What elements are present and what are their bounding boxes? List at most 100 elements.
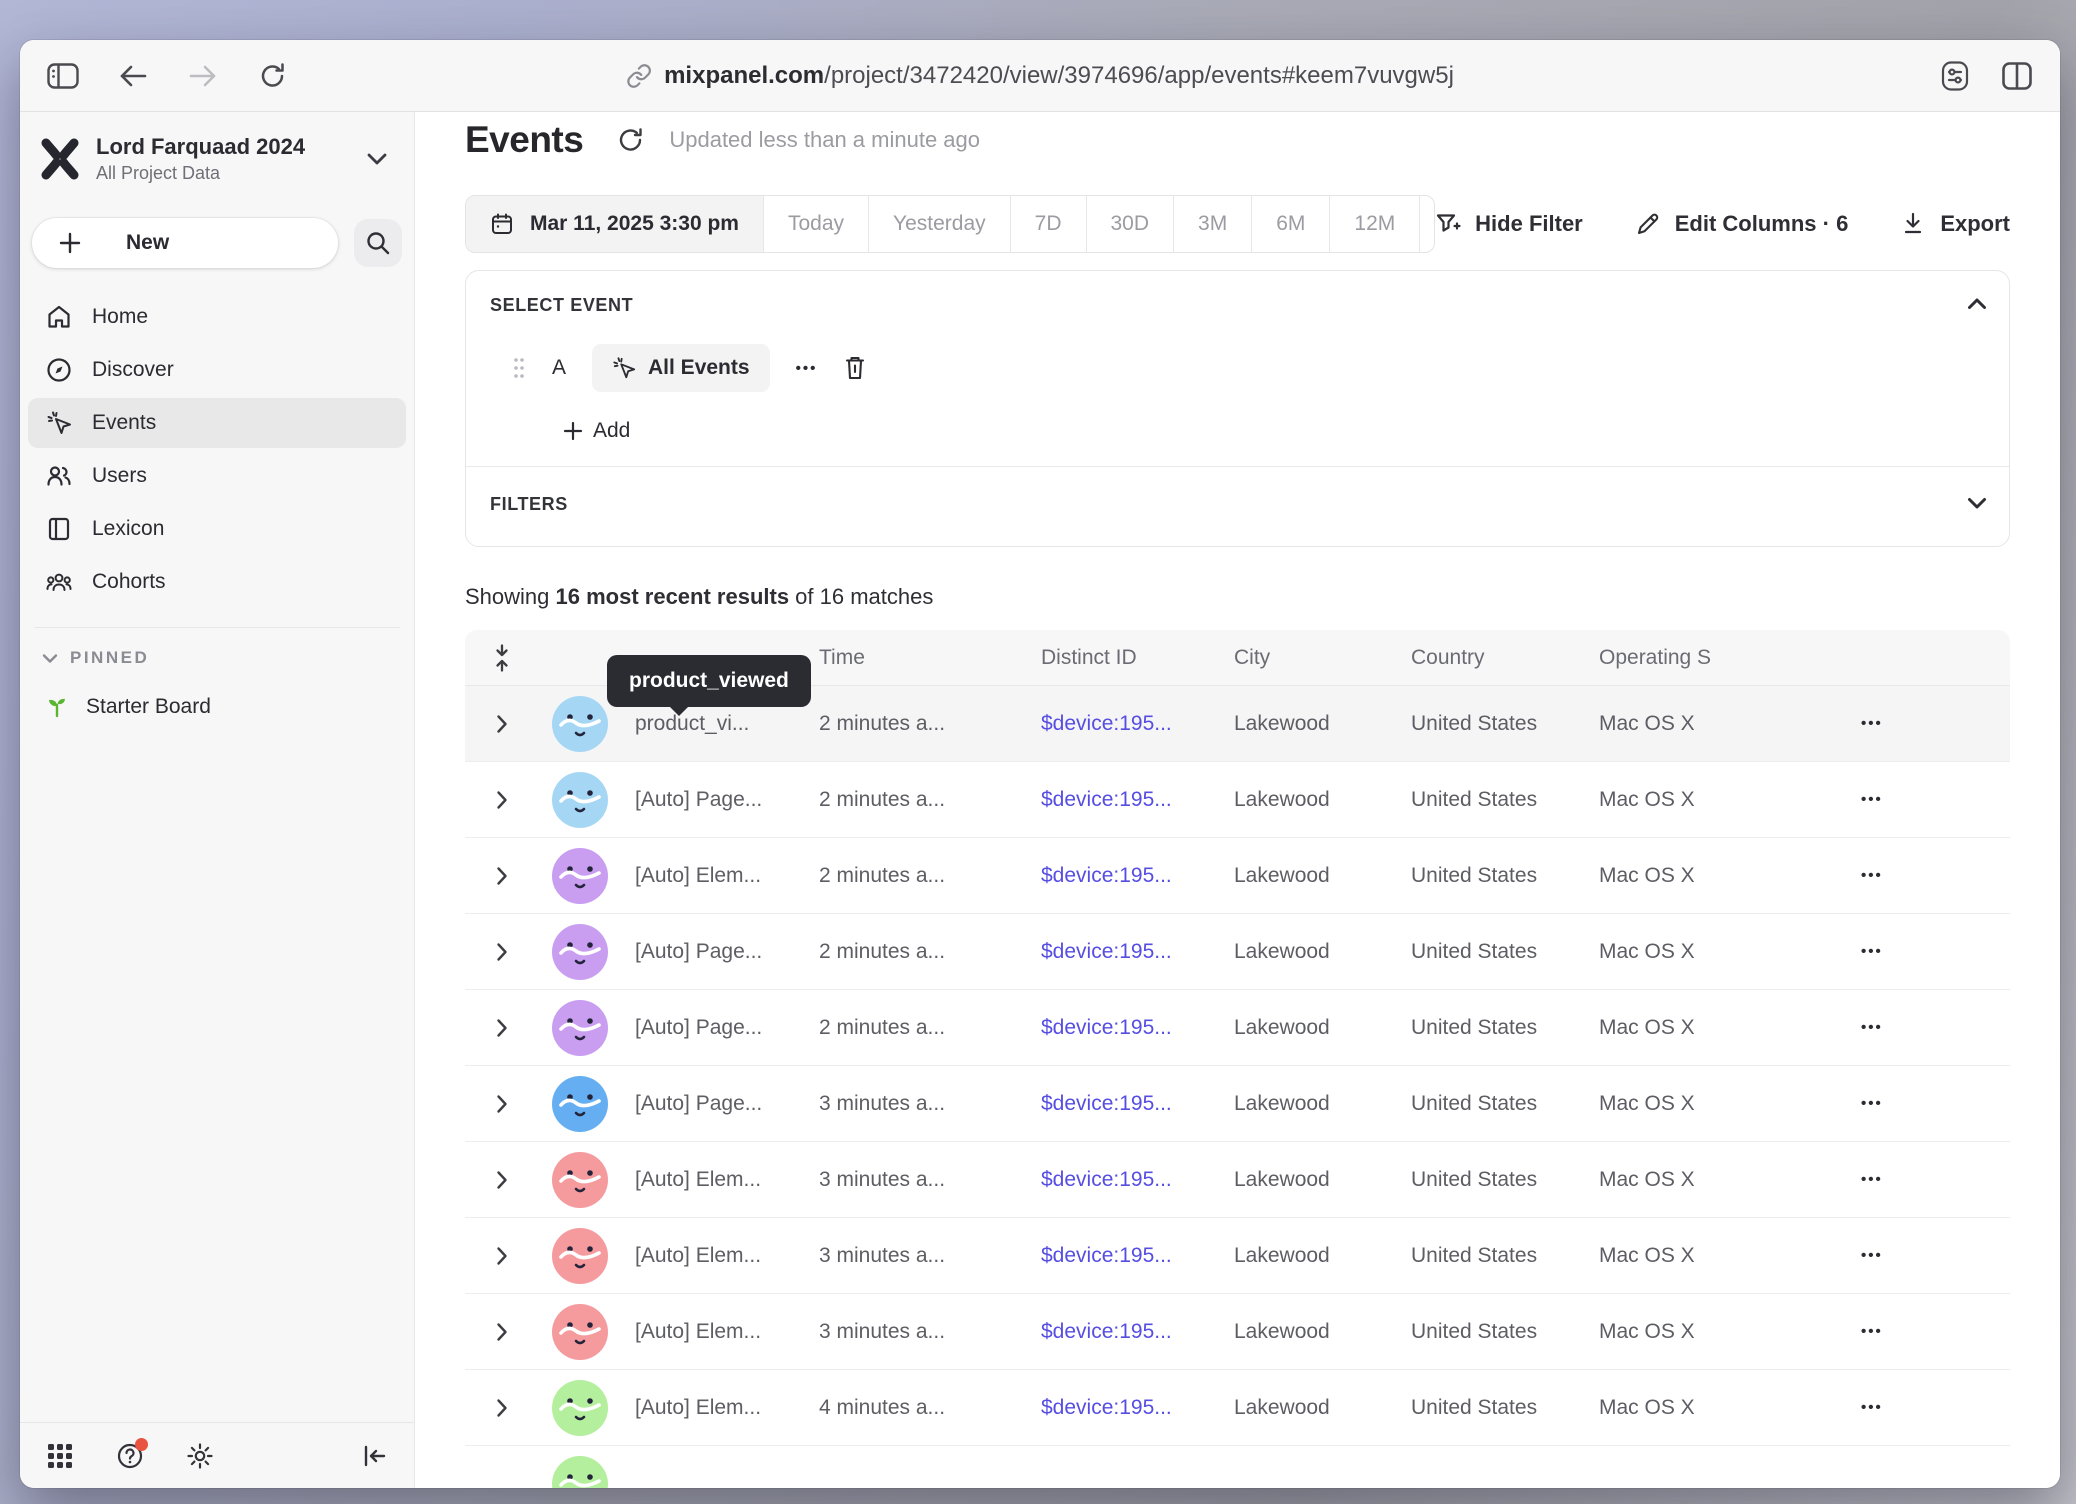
sidebar-item-label: Home: [92, 305, 148, 329]
expand-filters-icon[interactable]: [1967, 497, 1987, 510]
cell-distinct-id[interactable]: $device:195...: [1041, 1016, 1234, 1040]
apps-grid-icon[interactable]: [46, 1442, 74, 1470]
col-time: Time: [819, 646, 1041, 670]
sidebar-item-cohorts[interactable]: Cohorts: [28, 557, 406, 607]
row-more-icon[interactable]: •••: [1809, 1019, 2010, 1036]
cell-distinct-id[interactable]: $device:195...: [1041, 1396, 1234, 1420]
cell-distinct-id[interactable]: $device:195...: [1041, 1168, 1234, 1192]
table-row[interactable]: [Auto] Elem... 3 minutes a... $device:19…: [465, 1142, 2010, 1218]
cell-time: 3 minutes a...: [819, 1320, 1041, 1344]
sidebar-item-lexicon[interactable]: Lexicon: [28, 504, 406, 554]
event-selector-button[interactable]: All Events: [592, 344, 770, 392]
table-row[interactable]: [Auto] Page... 3 minutes a... $device:19…: [465, 1066, 2010, 1142]
cell-event-name: [Auto] Page...: [635, 788, 819, 812]
preset-today[interactable]: Today: [763, 196, 868, 252]
date-picker[interactable]: Mar 11, 2025 3:30 pm: [466, 196, 763, 252]
event-avatar: [552, 1152, 608, 1208]
row-more-icon[interactable]: •••: [1809, 1323, 2010, 1340]
export-button[interactable]: Export: [1900, 211, 2010, 237]
split-view-icon[interactable]: [2000, 59, 2034, 93]
reload-icon[interactable]: [256, 59, 290, 93]
expand-row-icon[interactable]: [465, 1018, 539, 1038]
expand-row-icon[interactable]: [465, 714, 539, 734]
trash-icon[interactable]: [843, 355, 867, 381]
table-row[interactable]: [Auto] Elem... 3 minutes a... $device:19…: [465, 1218, 2010, 1294]
preset-12m[interactable]: 12M: [1329, 196, 1419, 252]
col-os: Operating S: [1599, 646, 1809, 670]
row-more-icon[interactable]: •••: [1809, 715, 2010, 732]
cell-country: United States: [1411, 712, 1599, 736]
expand-row-icon[interactable]: [465, 1246, 539, 1266]
table-row[interactable]: [Auto] Elem... 3 minutes a... $device:19…: [465, 1294, 2010, 1370]
sidebar-item-label: Users: [92, 464, 147, 488]
sidebar-toggle-icon[interactable]: [46, 59, 80, 93]
pinned-item-starter-board[interactable]: Starter Board: [28, 682, 406, 732]
cell-distinct-id[interactable]: $device:195...: [1041, 1320, 1234, 1344]
row-more-icon[interactable]: •••: [1809, 1247, 2010, 1264]
drag-handle-icon[interactable]: [512, 356, 526, 380]
expand-row-icon[interactable]: [465, 790, 539, 810]
filter-icon: [1435, 211, 1461, 237]
cell-distinct-id[interactable]: $device:195...: [1041, 940, 1234, 964]
forward-icon[interactable]: [186, 59, 220, 93]
table-row[interactable]: [Auto] Page... 2 minutes a... $device:19…: [465, 914, 2010, 990]
preset-3m[interactable]: 3M: [1173, 196, 1251, 252]
row-more-icon[interactable]: •••: [1809, 791, 2010, 808]
collapse-section-icon[interactable]: [1967, 297, 1987, 310]
cell-distinct-id[interactable]: $device:195...: [1041, 864, 1234, 888]
event-avatar: [552, 1076, 608, 1132]
gear-icon[interactable]: [186, 1442, 214, 1470]
expand-row-icon[interactable]: [465, 1094, 539, 1114]
project-switcher[interactable]: Lord Farquaad 2024 All Project Data: [28, 134, 406, 184]
cell-distinct-id[interactable]: $device:195...: [1041, 1244, 1234, 1268]
home-icon: [46, 304, 72, 330]
table-row[interactable]: [Auto] Elem... 4 minutes a... $device:19…: [465, 1370, 2010, 1446]
row-more-icon[interactable]: •••: [1809, 867, 2010, 884]
table-row[interactable]: [Auto] Elem... 2 minutes a... $device:19…: [465, 838, 2010, 914]
expand-row-icon[interactable]: [465, 1322, 539, 1342]
edit-columns-button[interactable]: Edit Columns · 6: [1635, 211, 1849, 237]
preset-xtd[interactable]: XTD: [1419, 196, 1435, 252]
search-button[interactable]: [354, 219, 402, 267]
table-body: product_vi... 2 minutes a... $device:195…: [465, 686, 2010, 1488]
new-button[interactable]: New: [32, 218, 338, 268]
row-more-icon[interactable]: •••: [1809, 1095, 2010, 1112]
expand-row-icon[interactable]: [465, 1170, 539, 1190]
event-avatar: [552, 1228, 608, 1284]
sidebar-item-events[interactable]: Events: [28, 398, 406, 448]
sidebar-footer: [20, 1422, 414, 1488]
row-more-icon[interactable]: •••: [1809, 1171, 2010, 1188]
table-row[interactable]: [Auto] Page... 2 minutes a... $device:19…: [465, 990, 2010, 1066]
preset-yesterday[interactable]: Yesterday: [868, 196, 1010, 252]
page-settings-icon[interactable]: [1938, 59, 1972, 93]
cell-country: United States: [1411, 864, 1599, 888]
pinned-section-header[interactable]: PINNED: [28, 648, 406, 668]
sidebar-item-discover[interactable]: Discover: [28, 345, 406, 395]
expand-row-icon[interactable]: [465, 942, 539, 962]
row-more-icon[interactable]: •••: [1809, 943, 2010, 960]
cell-time: 4 minutes a...: [819, 1396, 1041, 1420]
cell-distinct-id[interactable]: $device:195...: [1041, 788, 1234, 812]
preset-6m[interactable]: 6M: [1251, 196, 1329, 252]
sidebar-item-users[interactable]: Users: [28, 451, 406, 501]
expand-row-icon[interactable]: [465, 866, 539, 886]
event-more-icon[interactable]: •••: [796, 360, 818, 377]
hide-filter-button[interactable]: Hide Filter: [1435, 211, 1583, 237]
preset-7d[interactable]: 7D: [1010, 196, 1086, 252]
expand-row-icon[interactable]: [465, 1398, 539, 1418]
add-event-button[interactable]: Add: [563, 414, 2009, 448]
back-icon[interactable]: [116, 59, 150, 93]
row-more-icon[interactable]: •••: [1809, 1399, 2010, 1416]
address-bar[interactable]: mixpanel.com/project/3472420/view/397469…: [626, 40, 1454, 111]
refresh-icon[interactable]: [617, 126, 645, 154]
table-row[interactable]: •••: [465, 1446, 2010, 1488]
cell-distinct-id[interactable]: $device:195...: [1041, 1092, 1234, 1116]
collapse-rows-icon[interactable]: [465, 643, 539, 673]
table-row[interactable]: [Auto] Page... 2 minutes a... $device:19…: [465, 762, 2010, 838]
add-event-label: Add: [593, 419, 630, 443]
help-icon[interactable]: [116, 1442, 144, 1470]
preset-30d[interactable]: 30D: [1086, 196, 1174, 252]
sidebar-item-home[interactable]: Home: [28, 292, 406, 342]
cell-distinct-id[interactable]: $device:195...: [1041, 712, 1234, 736]
collapse-sidebar-icon[interactable]: [360, 1442, 388, 1470]
